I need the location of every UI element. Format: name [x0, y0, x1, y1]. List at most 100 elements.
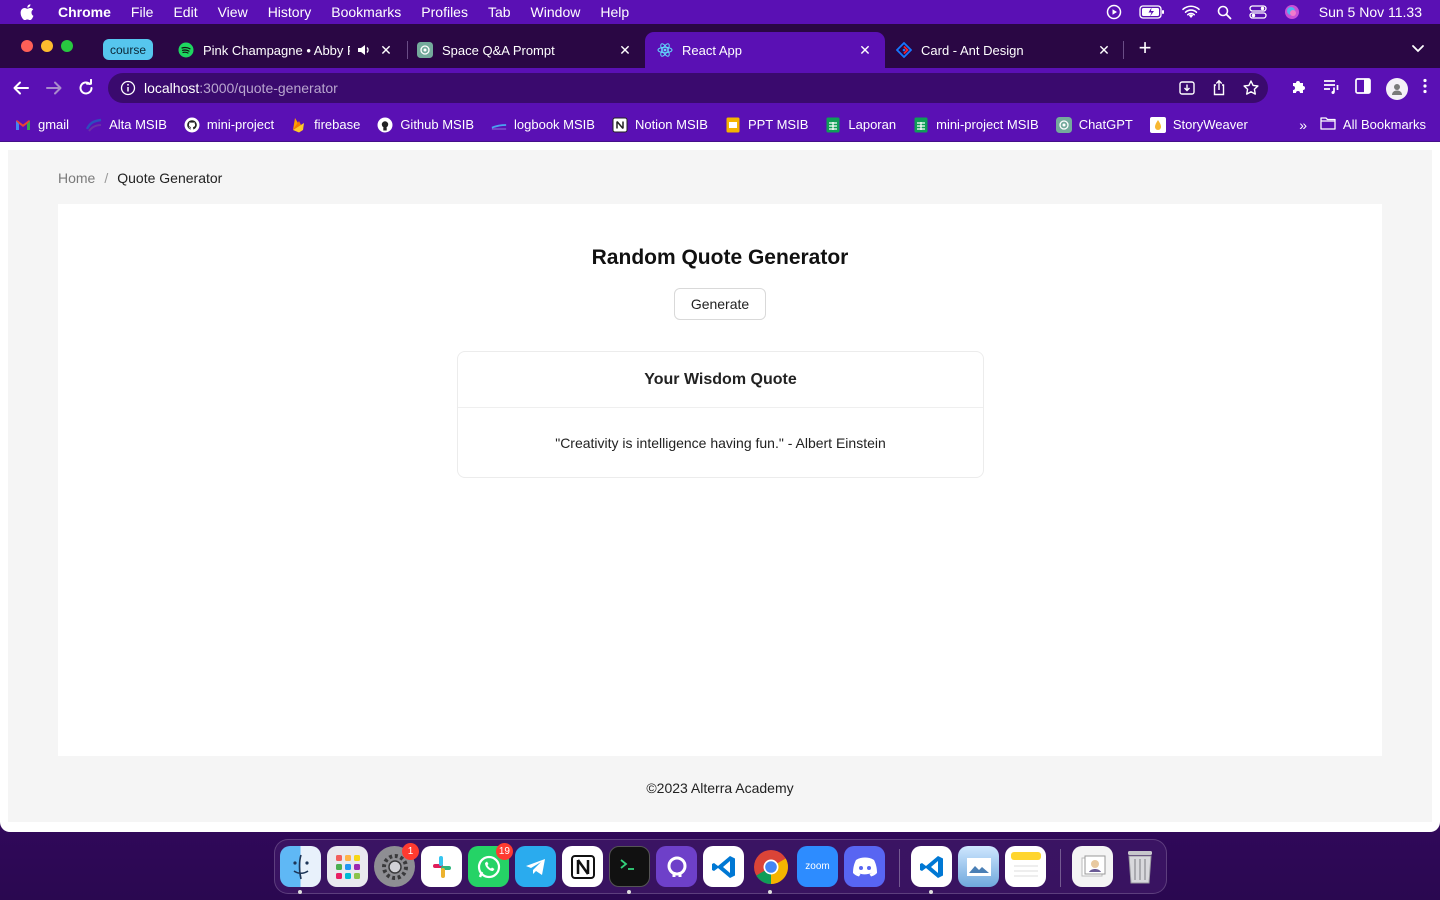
menu-app-name[interactable]: Chrome	[58, 4, 111, 20]
site-info-icon[interactable]	[120, 80, 136, 96]
vscode-icon	[711, 855, 735, 878]
bookmark-firebase[interactable]: firebase	[291, 117, 360, 133]
close-window-button[interactable]	[21, 40, 33, 52]
bookmark-github-msib[interactable]: Github MSIB	[377, 117, 474, 133]
bookmark-alta-msib[interactable]: Alta MSIB	[86, 117, 167, 133]
status-area: Sun 5 Nov 11.33	[1106, 0, 1422, 24]
tab-ant-design[interactable]: Card - Ant Design ✕	[884, 32, 1124, 68]
dock-separator	[899, 849, 900, 887]
side-panel-icon[interactable]	[1354, 77, 1372, 100]
control-center-icon[interactable]	[1249, 5, 1267, 19]
siri-icon[interactable]	[1284, 4, 1300, 20]
dock-slack[interactable]	[421, 846, 462, 887]
wifi-icon[interactable]	[1181, 5, 1200, 19]
menu-history[interactable]: History	[268, 4, 312, 20]
close-tab-icon[interactable]: ✕	[617, 42, 633, 58]
dock-discord[interactable]	[844, 846, 885, 887]
tab-title: Pink Champagne • Abby R	[203, 42, 350, 58]
bookmark-storyweaver[interactable]: StoryWeaver	[1149, 116, 1248, 133]
address-bar[interactable]: localhost:3000/quote-generator	[108, 73, 1268, 103]
menubar-clock[interactable]: Sun 5 Nov 11.33	[1319, 4, 1422, 20]
tab-search-chevron-icon[interactable]	[1410, 40, 1426, 56]
slides-icon	[725, 117, 741, 133]
menu-bookmarks[interactable]: Bookmarks	[331, 4, 401, 20]
more-bookmarks-chevron[interactable]: »	[1299, 117, 1307, 133]
tab-space-qa[interactable]: Space Q&A Prompt ✕	[405, 32, 645, 68]
dock-notes[interactable]	[1005, 846, 1046, 887]
notification-badge: 1	[402, 843, 419, 860]
menu-file[interactable]: File	[131, 4, 154, 20]
dock-zoom[interactable]: zoom	[797, 846, 838, 887]
running-indicator	[627, 890, 631, 894]
generate-button[interactable]: Generate	[674, 288, 766, 320]
notes-icon	[1010, 851, 1041, 876]
bookmark-gmail[interactable]: gmail	[15, 117, 69, 133]
close-tab-icon[interactable]: ✕	[378, 42, 394, 58]
alta-icon	[86, 117, 102, 133]
menu-view[interactable]: View	[218, 4, 248, 20]
bookmark-label: Alta MSIB	[109, 117, 167, 132]
menu-edit[interactable]: Edit	[173, 4, 197, 20]
dock-terminal[interactable]	[609, 846, 650, 887]
breadcrumb-home[interactable]: Home	[58, 170, 95, 186]
bookmark-label: mini-project	[206, 117, 275, 132]
dock-vscode[interactable]	[703, 846, 744, 887]
extensions-puzzle-icon[interactable]	[1290, 77, 1308, 100]
close-tab-icon[interactable]: ✕	[1096, 42, 1112, 58]
dock-preview[interactable]	[958, 846, 999, 887]
dock-downloads-stack[interactable]	[1072, 846, 1113, 887]
bookmark-mini-project-msib[interactable]: mini-project MSIB	[913, 117, 1039, 133]
launchpad-icon	[335, 854, 360, 879]
share-icon[interactable]	[1210, 79, 1228, 102]
install-app-icon[interactable]	[1178, 79, 1196, 102]
new-tab-button[interactable]: +	[1134, 37, 1156, 60]
zoom-window-button[interactable]	[61, 40, 73, 52]
profile-avatar[interactable]	[1386, 77, 1408, 100]
breadcrumb-current: Quote Generator	[117, 170, 223, 186]
menu-window[interactable]: Window	[531, 4, 581, 20]
dock-chrome[interactable]	[750, 846, 791, 887]
dock-github-desktop[interactable]	[656, 846, 697, 887]
tab-spotify[interactable]: Pink Champagne • Abby R ✕	[166, 32, 406, 68]
dock-launchpad[interactable]	[327, 846, 368, 887]
tab-react-app[interactable]: React App ✕	[645, 32, 885, 68]
bookmark-label: StoryWeaver	[1172, 117, 1248, 132]
spotlight-search-icon[interactable]	[1217, 5, 1232, 20]
dock-finder[interactable]	[280, 846, 321, 887]
apple-icon[interactable]	[18, 3, 36, 21]
battery-icon[interactable]	[1139, 5, 1165, 19]
tab-strip: course Pink Champagne • Abby R ✕ Space Q…	[0, 24, 1440, 68]
all-bookmarks-button[interactable]: All Bookmarks	[1320, 116, 1426, 132]
omnibox-actions	[1178, 79, 1260, 102]
chrome-icon	[753, 849, 788, 884]
forward-arrow-icon[interactable]	[43, 77, 65, 99]
bookmark-logbook-msib[interactable]: logbook MSIB	[491, 117, 595, 133]
menu-tab[interactable]: Tab	[488, 4, 511, 20]
media-queue-icon[interactable]	[1322, 77, 1340, 100]
page-footer: ©2023 Alterra Academy	[646, 780, 794, 796]
dock-telegram[interactable]	[515, 846, 556, 887]
tab-group-chip[interactable]: course	[103, 39, 154, 60]
menu-help[interactable]: Help	[600, 4, 629, 20]
reload-icon[interactable]	[75, 77, 97, 99]
menu-profiles[interactable]: Profiles	[421, 4, 468, 20]
bookmark-chatgpt[interactable]: ChatGPT	[1055, 116, 1133, 133]
dock-notion[interactable]	[562, 846, 603, 887]
bookmark-ppt-msib[interactable]: PPT MSIB	[725, 117, 808, 133]
dock-system-settings[interactable]: 1	[374, 843, 419, 887]
dock-trash[interactable]	[1119, 846, 1160, 887]
bookmark-star-icon[interactable]	[1242, 79, 1260, 102]
audio-playing-icon[interactable]	[356, 42, 372, 58]
minimize-window-button[interactable]	[41, 40, 53, 52]
close-tab-icon[interactable]: ✕	[857, 42, 873, 58]
github-icon	[667, 856, 686, 877]
media-play-icon[interactable]	[1106, 4, 1122, 20]
dock-whatsapp[interactable]: 19	[468, 843, 513, 887]
bookmark-mini-project[interactable]: mini-project	[184, 117, 274, 133]
bookmark-laporan[interactable]: Laporan	[825, 117, 896, 133]
chrome-menu-icon[interactable]	[1422, 77, 1428, 100]
back-arrow-icon[interactable]	[10, 77, 32, 99]
dock-vscode-recent[interactable]	[911, 846, 952, 887]
finder-icon	[292, 854, 309, 879]
bookmark-notion-msib[interactable]: Notion MSIB	[612, 117, 708, 133]
